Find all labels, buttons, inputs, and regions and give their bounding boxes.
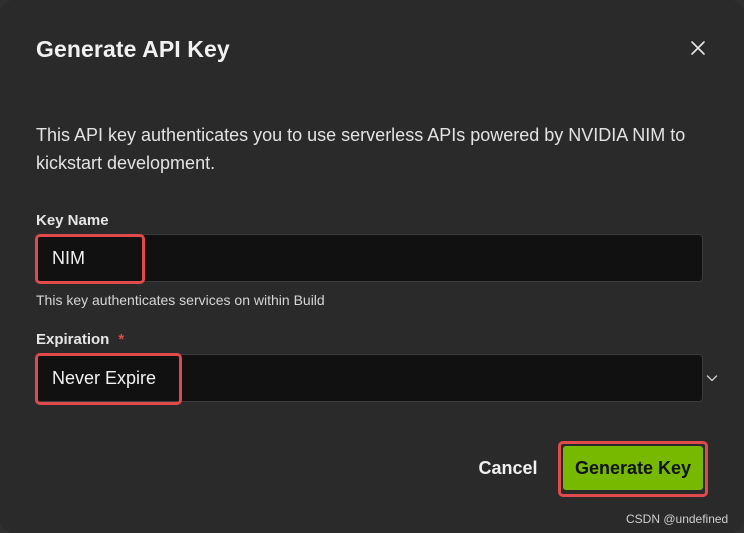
key-name-hint: This key authenticates services on withi… xyxy=(36,292,325,308)
close-button[interactable] xyxy=(686,38,710,62)
expiration-label: Expiration * xyxy=(36,331,124,349)
required-marker: * xyxy=(118,331,125,348)
expiration-select[interactable]: Never Expire xyxy=(36,354,718,402)
expiration-selected-value: Never Expire xyxy=(52,368,157,388)
watermark: CSDN @undefined xyxy=(626,512,729,526)
dialog-description: This API key authenticates you to use se… xyxy=(36,125,686,173)
dialog-title: Generate API Key xyxy=(36,36,230,62)
generate-api-key-dialog: Generate API Key This API key authentica… xyxy=(0,0,744,533)
cancel-button[interactable]: Cancel xyxy=(470,450,546,486)
expiration-label-text: Expiration xyxy=(36,331,110,348)
key-name-input[interactable]: NIM xyxy=(36,234,703,282)
key-name-label: Key Name xyxy=(36,212,109,229)
close-icon xyxy=(690,40,706,61)
generate-key-button[interactable]: Generate Key xyxy=(563,446,703,490)
key-name-value: NIM xyxy=(52,248,85,268)
chevron-down-icon xyxy=(705,371,719,385)
